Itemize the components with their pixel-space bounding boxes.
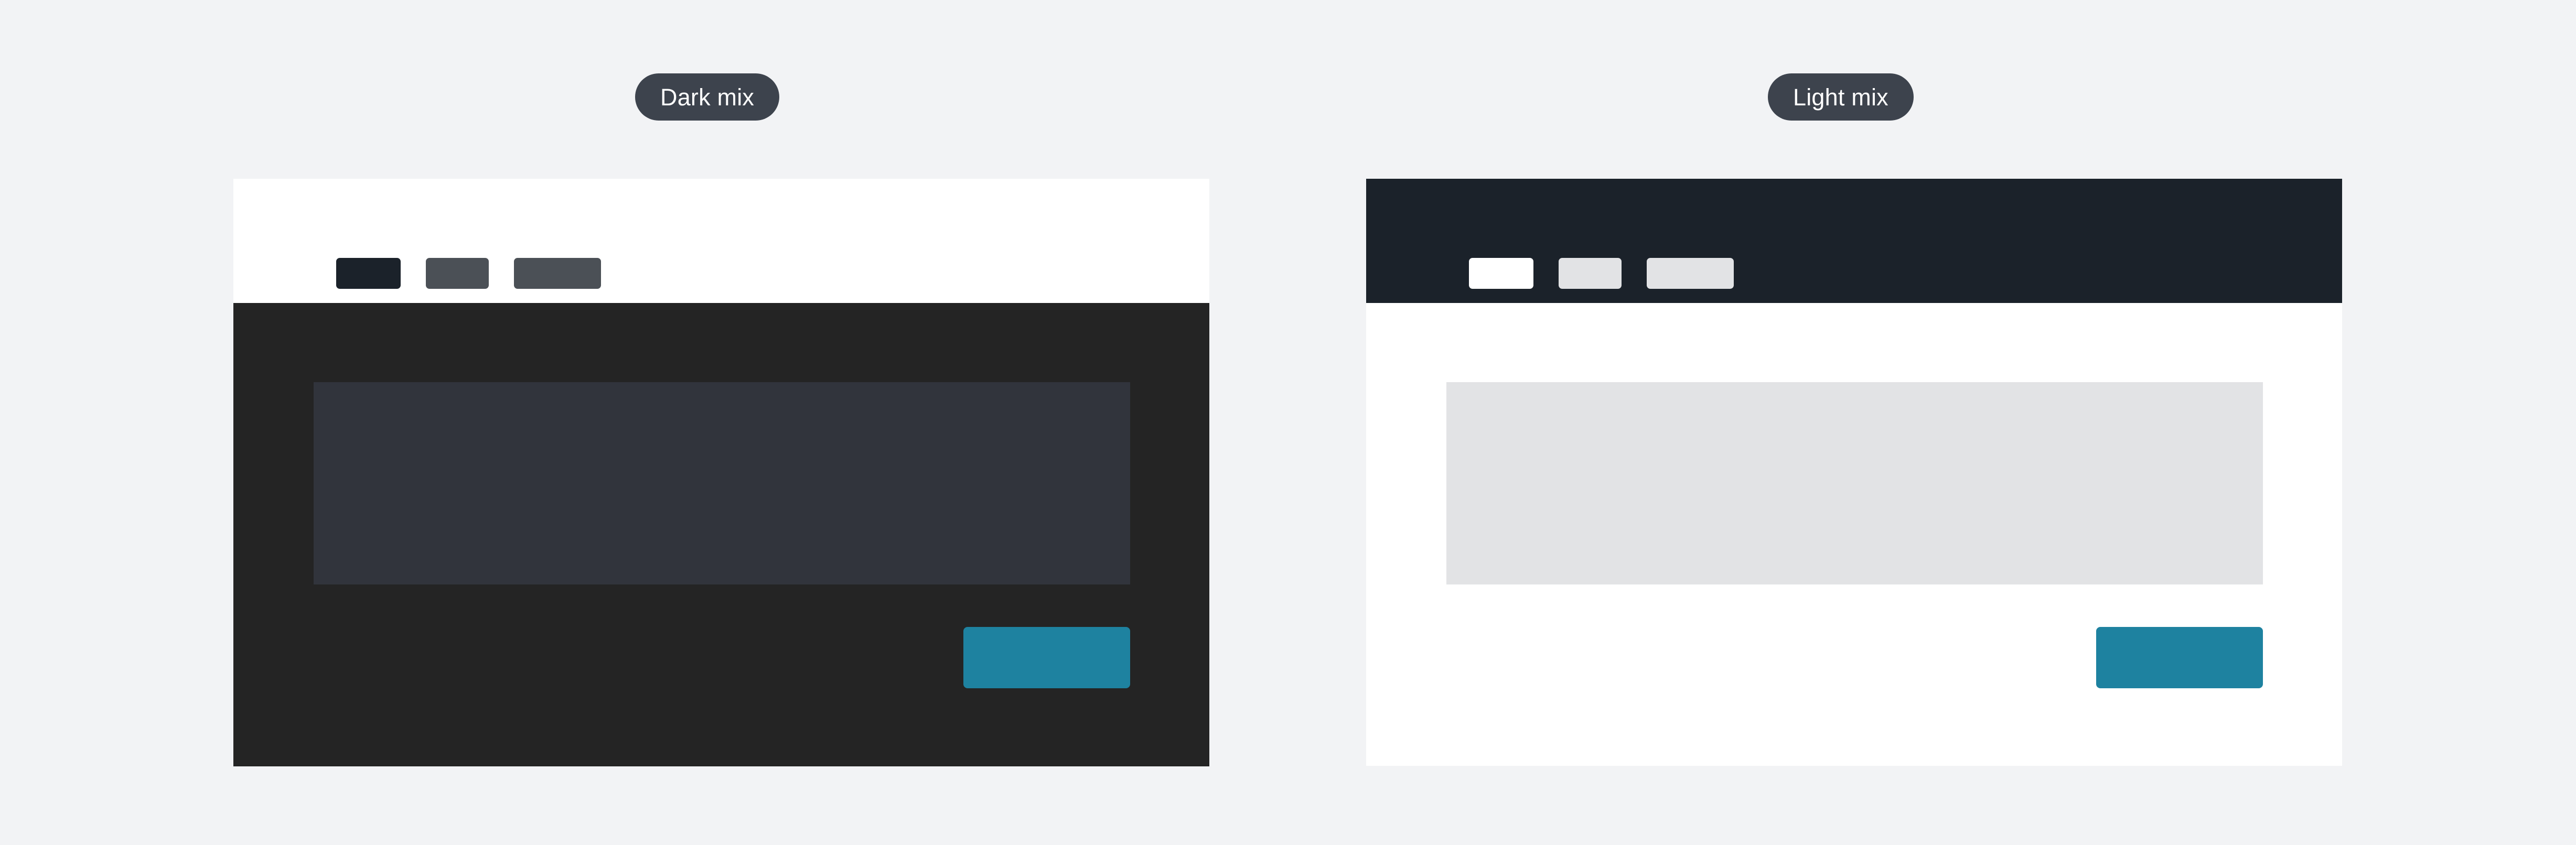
light-mix-tab-3[interactable] — [1647, 258, 1734, 289]
light-mix-tab-1-label — [1469, 258, 1533, 289]
dark-mix-tab-1-label — [336, 258, 401, 289]
light-mix-content-block — [1446, 382, 2263, 584]
light-mix-action-row — [1446, 627, 2263, 688]
light-mix-panel — [1366, 179, 2342, 766]
dark-mix-tab-2[interactable] — [426, 258, 489, 289]
light-mix-tabstrip — [1469, 258, 1734, 315]
dark-mix-tab-3[interactable] — [514, 258, 601, 289]
light-mix-tab-2[interactable] — [1559, 258, 1622, 289]
dark-mix-content-block — [314, 382, 1130, 584]
light-mix-caption-label: Light mix — [1793, 83, 1888, 111]
light-mix-caption: Light mix — [1768, 73, 1914, 121]
dark-mix-tab-3-label — [514, 258, 601, 289]
dark-mix-tab-2-label — [426, 258, 489, 289]
dark-mix-caption: Dark mix — [635, 73, 780, 121]
dark-mix-caption-label: Dark mix — [660, 83, 755, 111]
light-mix-tab-3-label — [1647, 258, 1734, 289]
dark-mix-action-row — [314, 627, 1130, 688]
dark-mix-header — [233, 179, 1209, 315]
dark-mix-panel — [233, 179, 1209, 766]
light-mix-body — [1366, 303, 2342, 766]
dark-mix-tab-1[interactable] — [336, 258, 401, 315]
light-mix-primary-button[interactable] — [2096, 627, 2263, 688]
light-mix-header — [1366, 179, 2342, 315]
dark-mix-tabstrip — [336, 258, 601, 315]
comparison-stage: Dark mix Light mix — [0, 0, 2576, 845]
dark-mix-body — [233, 303, 1209, 766]
light-mix-tab-2-label — [1559, 258, 1622, 289]
dark-mix-primary-button[interactable] — [963, 627, 1130, 688]
light-mix-tab-1[interactable] — [1469, 258, 1533, 315]
